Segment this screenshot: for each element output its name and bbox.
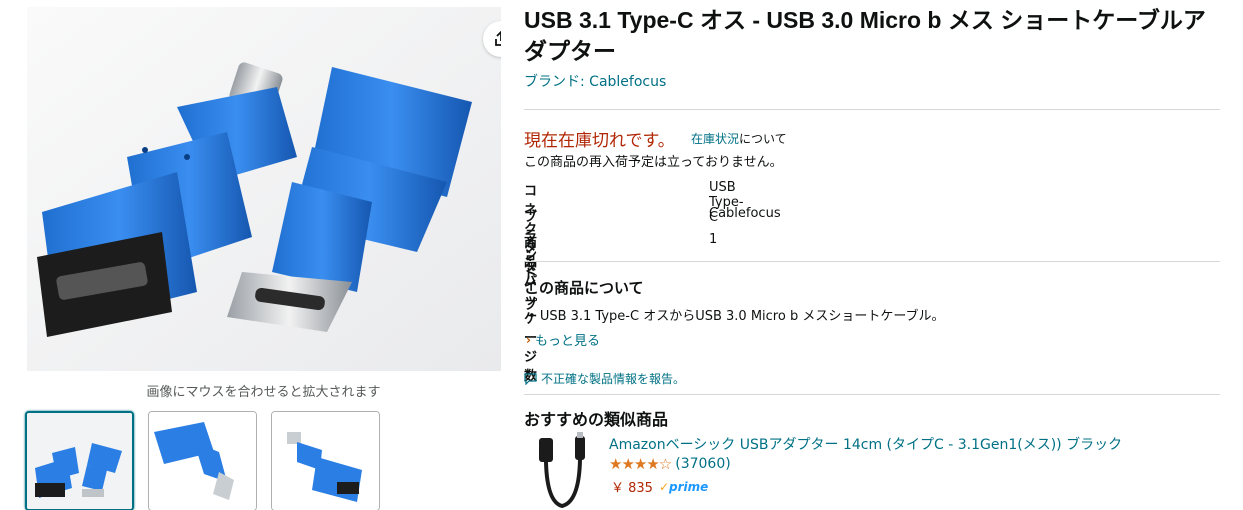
thumbnail-2[interactable] bbox=[148, 411, 257, 510]
stock-info: 在庫状況について bbox=[691, 130, 787, 147]
about-bullet: • USB 3.1 Type-C オスからUSB 3.0 Micro b メスシ… bbox=[528, 305, 945, 324]
stock-info-suffix: について bbox=[739, 132, 787, 146]
see-more-link[interactable]: › もっと見る bbox=[526, 330, 600, 350]
usb-adapter-photo bbox=[27, 7, 501, 371]
thumbnail-1[interactable] bbox=[25, 411, 134, 510]
star-rating-icon: ★★★★☆ bbox=[609, 455, 672, 473]
usb-cable-image bbox=[527, 432, 597, 510]
recommended-product-image[interactable] bbox=[527, 432, 597, 510]
report-issue-label: 不正確な製品情報を報告。 bbox=[541, 372, 686, 386]
thumbnail-3[interactable] bbox=[271, 411, 380, 510]
bullet-text: USB 3.1 Type-C オスからUSB 3.0 Micro b メスショー… bbox=[539, 309, 945, 324]
out-of-stock-status: 現在在庫切れです。 bbox=[524, 131, 675, 151]
recommended-product-title[interactable]: Amazonベーシック USBアダプター 14cm (タイプC - 3.1Gen… bbox=[609, 434, 1122, 454]
product-title: USB 3.1 Type-C オス - USB 3.0 Micro b メス シ… bbox=[524, 7, 1206, 64]
brand-link[interactable]: ブランド: Cablefocus bbox=[524, 71, 666, 91]
zoom-hint: 画像にマウスを合わせると拡大されます bbox=[146, 385, 381, 400]
stock-status-link[interactable]: 在庫状況 bbox=[691, 132, 739, 146]
divider bbox=[524, 394, 1220, 395]
prime-badge: ✓prime bbox=[659, 480, 708, 494]
thumbnail-image bbox=[272, 412, 379, 510]
recommendations-heading: おすすめの類似商品 bbox=[524, 410, 669, 429]
recommended-product-price: ￥ 835 ✓prime bbox=[611, 477, 708, 497]
divider bbox=[524, 261, 1220, 262]
about-heading: この商品について bbox=[524, 279, 644, 297]
review-count: (37060) bbox=[675, 456, 731, 472]
prime-label: prime bbox=[669, 479, 709, 494]
share-icon bbox=[495, 30, 501, 46]
report-issue-link[interactable]: 不正確な製品情報を報告。 bbox=[524, 370, 685, 387]
main-product-image[interactable] bbox=[27, 7, 501, 371]
recommended-product-rating[interactable]: ★★★★☆ (37060) bbox=[609, 455, 731, 473]
chevron-right-icon: › bbox=[526, 332, 531, 347]
restock-note: この商品の再入荷予定は立っておりません。 bbox=[524, 155, 783, 170]
prime-check-icon: ✓ bbox=[658, 479, 670, 494]
thumbnail-image bbox=[27, 413, 132, 509]
comment-icon bbox=[524, 372, 537, 385]
bullet-dot: • bbox=[528, 309, 540, 324]
spec-value: 1 bbox=[709, 232, 718, 247]
spec-value: Cablefocus bbox=[709, 206, 781, 221]
price-value: ￥ 835 bbox=[611, 481, 653, 496]
divider bbox=[524, 109, 1220, 110]
thumbnail-image bbox=[149, 412, 256, 510]
see-more-label: もっと見る bbox=[534, 334, 600, 349]
